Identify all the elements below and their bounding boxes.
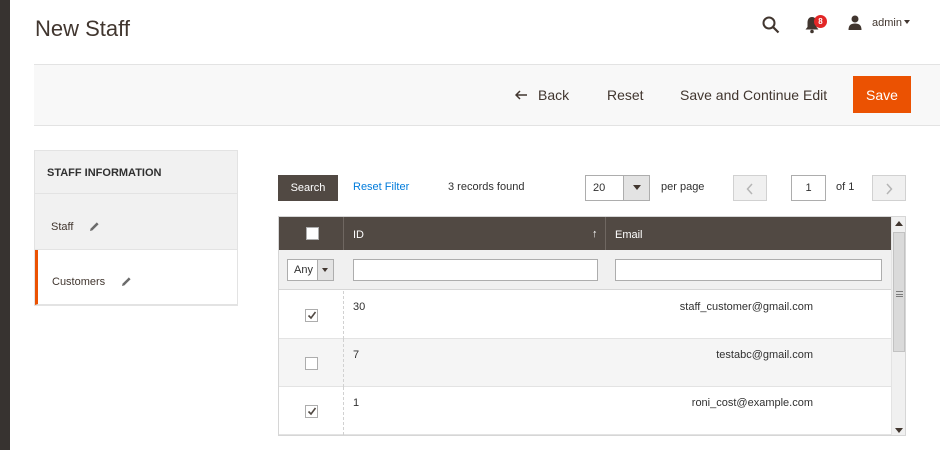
scroll-up-icon[interactable]	[895, 221, 903, 226]
next-page-button[interactable]	[872, 175, 906, 201]
grid-scrollbar[interactable]	[891, 217, 905, 435]
page-title: New Staff	[35, 16, 130, 41]
customers-grid: ID ↑ Email Any 30 staff_customer@gmail.c…	[278, 216, 906, 436]
row-id: 1	[353, 397, 360, 409]
table-row[interactable]: 7 testabc@gmail.com	[279, 339, 891, 387]
save-and-continue-button[interactable]: Save and Continue Edit	[680, 87, 827, 103]
per-page-label: per page	[661, 181, 705, 193]
chevron-down-icon[interactable]	[904, 20, 910, 24]
row-checkbox[interactable]	[305, 357, 318, 370]
column-divider	[343, 217, 344, 250]
search-icon[interactable]	[762, 16, 780, 34]
email-filter-input[interactable]	[615, 259, 882, 281]
grip-icon	[896, 291, 903, 297]
per-page-dropdown-button[interactable]	[623, 176, 649, 200]
user-icon[interactable]	[848, 15, 862, 30]
any-filter-dropdown-button[interactable]	[317, 260, 333, 280]
per-page-select[interactable]: 20	[585, 175, 650, 201]
sidebar-title: STAFF INFORMATION	[35, 151, 237, 194]
chevron-right-icon	[886, 183, 893, 195]
column-divider	[343, 387, 344, 435]
sidebar-tabs: STAFF INFORMATION Staff Customers	[34, 150, 238, 306]
per-page-value: 20	[593, 182, 606, 194]
arrow-left-icon	[515, 90, 527, 100]
current-page-input[interactable]: 1	[791, 175, 826, 201]
row-checkbox[interactable]	[305, 405, 318, 418]
sidebar-title-text: STAFF INFORMATION	[47, 167, 162, 179]
caret-down-icon	[633, 185, 641, 190]
sidebar-item-label: Staff	[51, 221, 74, 233]
id-filter-input[interactable]	[353, 259, 598, 281]
column-header-id[interactable]: ID	[353, 229, 364, 241]
notification-count-badge[interactable]: 8	[814, 15, 827, 28]
column-header-email[interactable]: Email	[615, 229, 643, 241]
row-email: roni_cost@example.com	[691, 397, 813, 409]
records-count: 3 records found	[448, 181, 525, 193]
column-divider	[605, 217, 606, 250]
back-button[interactable]: Back	[515, 87, 569, 103]
row-id: 30	[353, 301, 366, 313]
admin-user-name[interactable]: admin	[872, 17, 902, 29]
row-checkbox[interactable]	[305, 309, 318, 322]
chevron-left-icon	[746, 183, 753, 195]
scrollbar-thumb[interactable]	[893, 232, 905, 352]
column-divider	[343, 291, 344, 339]
in-selection-filter-select[interactable]: Any	[287, 259, 334, 281]
save-button[interactable]: Save	[853, 76, 911, 113]
back-button-label: Back	[538, 87, 570, 103]
any-filter-value: Any	[294, 264, 313, 276]
grid-header-row: ID ↑ Email	[279, 217, 891, 250]
pencil-icon	[90, 222, 99, 231]
admin-menu-edge	[0, 0, 10, 450]
row-email: staff_customer@gmail.com	[679, 301, 813, 313]
checkmark-icon	[307, 311, 317, 320]
table-row[interactable]: 1 roni_cost@example.com	[279, 387, 891, 435]
page-total: of 1	[836, 181, 855, 193]
sidebar-item-label: Customers	[52, 276, 106, 288]
grid-filter-row: Any	[279, 250, 891, 290]
sidebar-item-staff[interactable]: Staff	[35, 195, 237, 250]
checkmark-icon	[307, 407, 317, 416]
column-divider	[343, 339, 344, 387]
reset-filter-link[interactable]: Reset Filter	[353, 181, 409, 193]
select-all-checkbox[interactable]	[306, 227, 319, 240]
caret-down-icon	[322, 268, 328, 272]
row-id: 7	[353, 349, 360, 361]
reset-button[interactable]: Reset	[607, 87, 644, 103]
row-email: testabc@gmail.com	[716, 349, 813, 361]
previous-page-button[interactable]	[733, 175, 767, 201]
search-button[interactable]: Search	[278, 175, 338, 201]
sort-arrow-icon[interactable]: ↑	[592, 228, 598, 240]
pencil-icon	[122, 277, 131, 286]
table-row[interactable]: 30 staff_customer@gmail.com	[279, 291, 891, 339]
scroll-down-icon[interactable]	[895, 428, 903, 433]
sidebar-item-customers[interactable]: Customers	[35, 250, 237, 305]
